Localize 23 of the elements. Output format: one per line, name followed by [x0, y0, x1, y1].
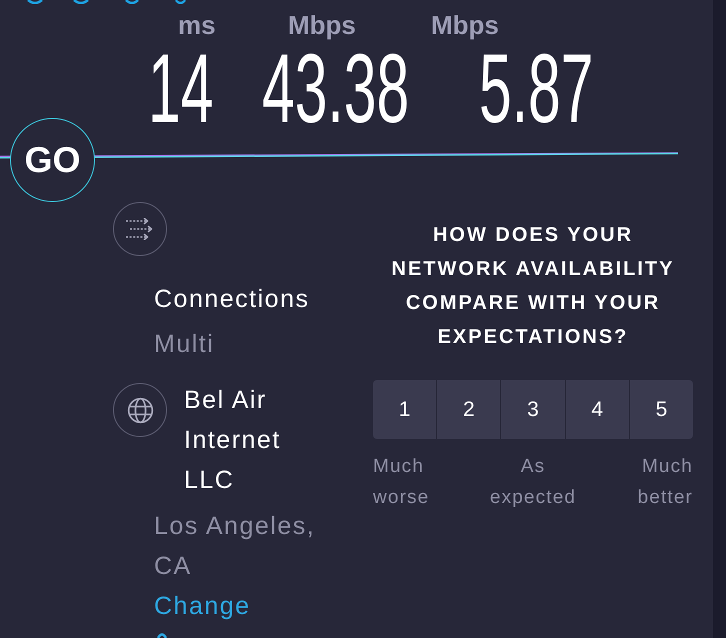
- unit-label: ms: [178, 10, 216, 40]
- provider-name: Bel Air Internet LLC: [184, 385, 282, 496]
- rating-option[interactable]: 1: [373, 380, 436, 439]
- change-link[interactable]: Change: [154, 586, 251, 626]
- survey-question: HOW DOES YOUR NETWORK AVAILABILITY COMPARE WITH YOUR EXPECTATIONS?: [390, 223, 676, 350]
- unit-label: Mbps: [288, 10, 356, 40]
- metric-value: 14: [148, 52, 214, 124]
- rating-option[interactable]: 5: [630, 380, 694, 439]
- connections-value: Multi: [154, 329, 214, 360]
- scale-label: As expected: [490, 455, 576, 510]
- connections-label: Connections: [154, 284, 310, 315]
- rating-option[interactable]: 4: [566, 380, 629, 439]
- rating-option[interactable]: 3: [501, 380, 565, 439]
- metric-value: 5.87: [479, 52, 594, 124]
- unit-label: Mbps: [431, 10, 499, 40]
- location-text: Los Angeles, CA: [154, 511, 316, 582]
- rating-option[interactable]: 2: [437, 380, 500, 439]
- scale-label: Much worse: [373, 455, 430, 510]
- go-button[interactable]: GO: [10, 118, 95, 202]
- scale-label: Much better: [638, 455, 693, 510]
- metric-value: 43.38: [262, 52, 410, 124]
- globe-icon: [113, 383, 167, 437]
- connections-icon: [113, 202, 167, 256]
